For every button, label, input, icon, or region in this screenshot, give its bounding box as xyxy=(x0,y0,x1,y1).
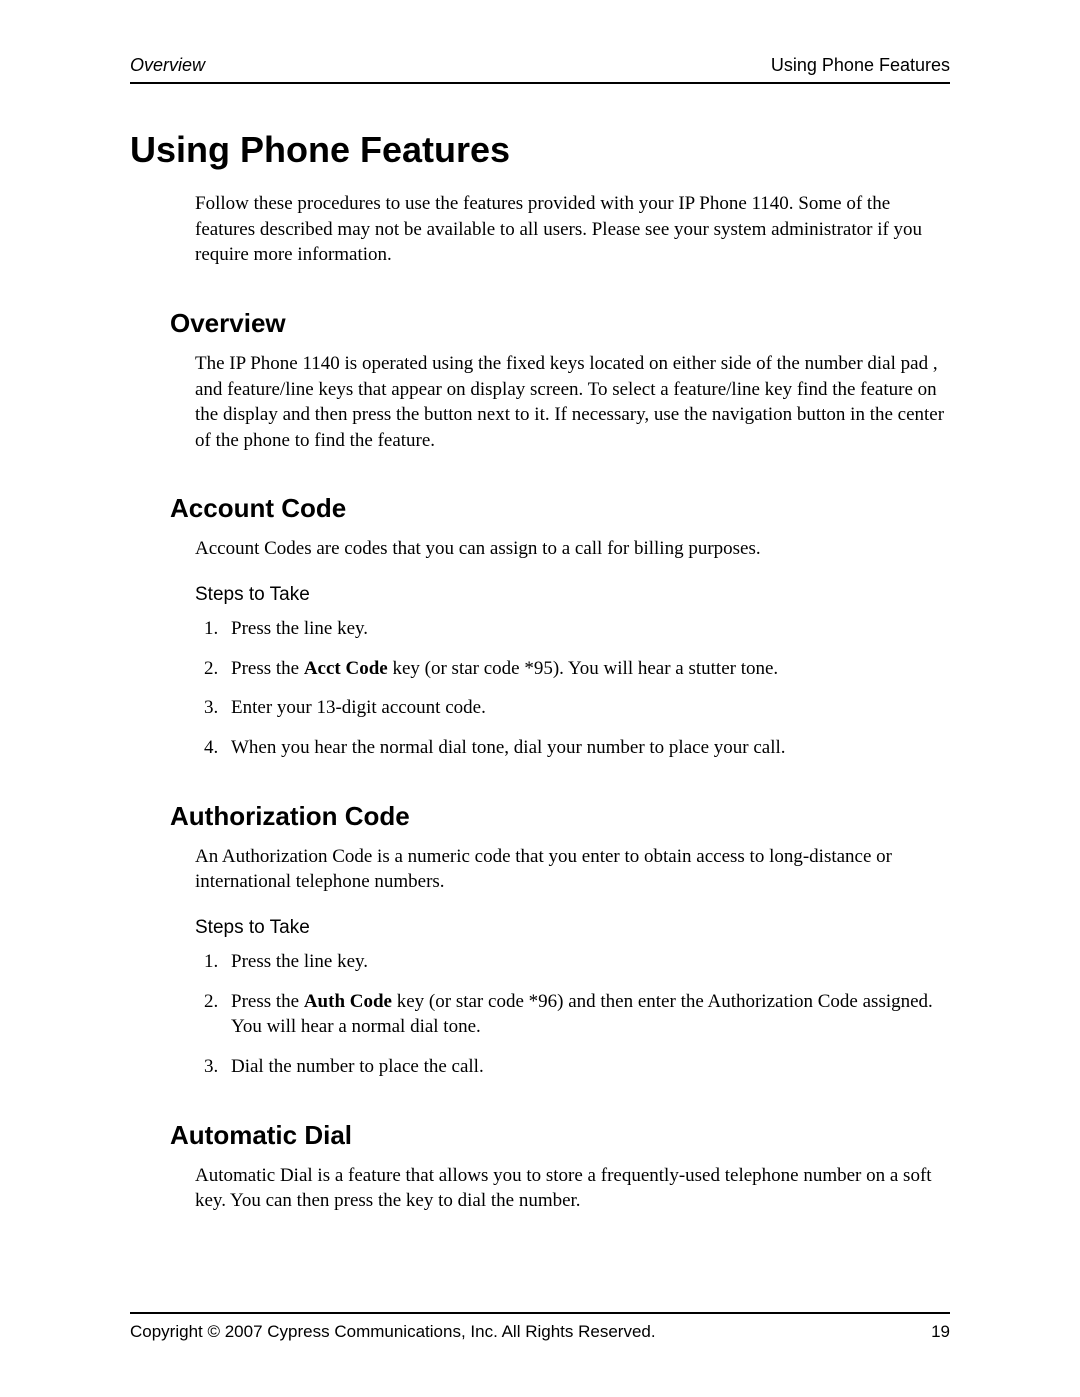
acct-code-key: Acct Code xyxy=(304,658,388,679)
auth-code-key: Auth Code xyxy=(304,991,392,1012)
header-chapter-name: Using Phone Features xyxy=(771,55,950,76)
list-item: Press the line key. xyxy=(223,616,950,642)
text-run: Press the xyxy=(231,991,304,1012)
automatic-dial-body: Automatic Dial is a feature that allows … xyxy=(195,1163,950,1214)
authorization-code-steps: Press the line key. Press the Auth Code … xyxy=(195,949,950,1080)
list-item: Press the line key. xyxy=(223,949,950,975)
page-title: Using Phone Features xyxy=(130,129,950,171)
account-code-steps: Press the line key. Press the Acct Code … xyxy=(195,616,950,761)
authorization-code-steps-label: Steps to Take xyxy=(195,917,950,939)
list-item: Enter your 13-digit account code. xyxy=(223,695,950,721)
account-code-body: Account Codes are codes that you can ass… xyxy=(195,536,950,562)
automatic-dial-heading: Automatic Dial xyxy=(170,1120,950,1151)
text-run: Press the xyxy=(231,658,304,679)
page-header: Overview Using Phone Features xyxy=(130,55,950,84)
intro-paragraph: Follow these procedures to use the featu… xyxy=(195,191,950,268)
page-footer: Copyright © 2007 Cypress Communications,… xyxy=(130,1312,950,1342)
header-section-name: Overview xyxy=(130,55,205,76)
text-run: key (or star code *95). You will hear a … xyxy=(388,658,778,679)
document-page: Overview Using Phone Features Using Phon… xyxy=(0,0,1080,1397)
copyright-text: Copyright © 2007 Cypress Communications,… xyxy=(130,1322,656,1342)
authorization-code-heading: Authorization Code xyxy=(170,801,950,832)
account-code-heading: Account Code xyxy=(170,493,950,524)
list-item: Dial the number to place the call. xyxy=(223,1054,950,1080)
overview-heading: Overview xyxy=(170,308,950,339)
list-item: Press the Acct Code key (or star code *9… xyxy=(223,656,950,682)
page-number: 19 xyxy=(931,1322,950,1342)
list-item: When you hear the normal dial tone, dial… xyxy=(223,735,950,761)
account-code-steps-label: Steps to Take xyxy=(195,584,950,606)
list-item: Press the Auth Code key (or star code *9… xyxy=(223,989,950,1040)
overview-body: The IP Phone 1140 is operated using the … xyxy=(195,351,950,454)
authorization-code-body: An Authorization Code is a numeric code … xyxy=(195,844,950,895)
